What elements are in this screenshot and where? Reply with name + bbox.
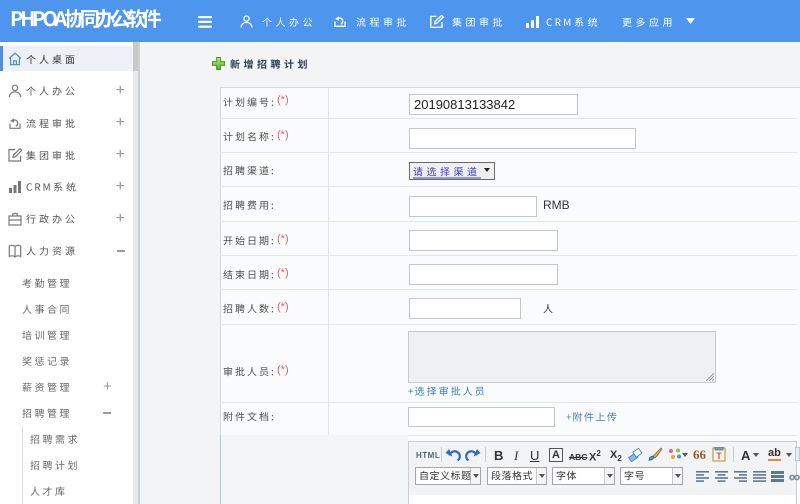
svg-text:T: T xyxy=(716,451,722,461)
